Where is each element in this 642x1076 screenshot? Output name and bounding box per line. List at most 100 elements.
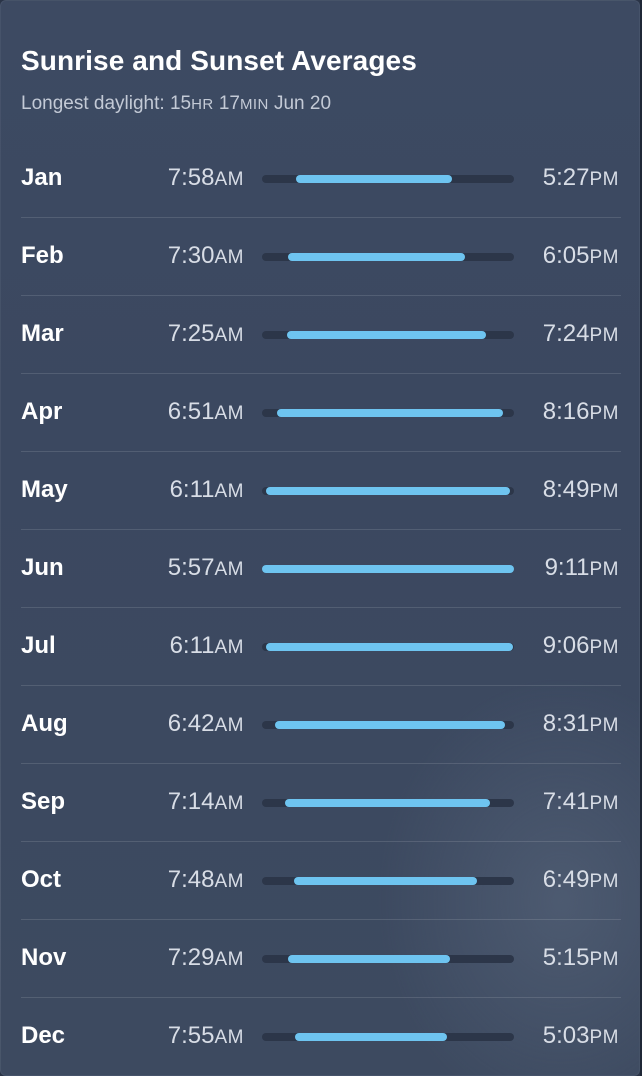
sunrise-value: 5:57 <box>167 554 215 581</box>
sunset-time: 8:49PM <box>543 476 619 504</box>
sunrise-value: 7:14 <box>167 788 215 815</box>
sunset-time: 8:31PM <box>543 710 619 738</box>
daylight-track <box>262 877 514 885</box>
daylight-bar <box>293 877 478 885</box>
sunrise-time: 7:14AM <box>168 788 244 816</box>
month-label: Nov <box>21 944 67 971</box>
sunrise-value: 7:30 <box>167 242 215 269</box>
month-row-sep: Sep 7:14AM 7:41PM <box>21 764 621 842</box>
month-label: Jan <box>21 164 63 191</box>
sunrise-value: 7:29 <box>167 944 215 971</box>
sunset-value: 6:49 <box>542 866 590 893</box>
daylight-track <box>262 487 514 495</box>
panel-title: Sunrise and Sunset Averages <box>21 45 417 76</box>
sunrise-time: 6:11AM <box>170 476 244 504</box>
sunrise-value: 7:25 <box>167 320 215 347</box>
sunrise-suffix: AM <box>214 481 244 502</box>
month-label: Sep <box>21 788 66 815</box>
daylight-bar <box>265 487 511 495</box>
month-row-oct: Oct 7:48AM 6:49PM <box>21 842 621 920</box>
month-row-feb: Feb 7:30AM 6:05PM <box>21 218 621 296</box>
month-row-nov: Nov 7:29AM 5:15PM <box>21 920 621 998</box>
sunset-time: 6:05PM <box>543 242 619 270</box>
sunrise-time: 7:48AM <box>168 866 244 894</box>
sunrise-value: 6:11 <box>169 632 215 659</box>
daylight-bar <box>296 175 453 183</box>
month-row-may: May 6:11AM 8:49PM <box>21 452 621 530</box>
sunset-value: 5:03 <box>542 1022 590 1049</box>
daylight-track <box>262 799 514 807</box>
sunset-value: 7:24 <box>542 320 590 347</box>
sunrise-suffix: AM <box>214 715 244 736</box>
sunrise-value: 7:55 <box>167 1022 215 1049</box>
sunset-value: 9:11 <box>544 554 590 581</box>
sunrise-time: 7:55AM <box>168 1022 244 1050</box>
daylight-bar <box>287 331 487 339</box>
sunset-value: 6:05 <box>542 242 590 269</box>
sunrise-suffix: AM <box>214 325 244 346</box>
daylight-track <box>262 721 514 729</box>
sunset-suffix: PM <box>589 949 619 970</box>
sunset-time: 7:41PM <box>543 788 619 816</box>
sunset-suffix: PM <box>589 481 619 502</box>
sunset-time: 5:27PM <box>543 164 619 192</box>
sunset-value: 5:15 <box>542 944 590 971</box>
daylight-track <box>262 1033 514 1041</box>
sunset-suffix: PM <box>589 325 619 346</box>
longest-daylight-date: Jun 20 <box>273 93 332 114</box>
sunrise-time: 7:30AM <box>168 242 244 270</box>
sunset-time: 9:11PM <box>545 554 619 582</box>
sunset-suffix: PM <box>589 715 619 736</box>
sunset-suffix: PM <box>589 403 619 424</box>
daylight-bar <box>288 955 450 963</box>
sunrise-value: 6:11 <box>169 476 215 503</box>
daylight-track <box>262 409 514 417</box>
month-label: Mar <box>21 320 64 347</box>
sunrise-time: 6:42AM <box>168 710 244 738</box>
daylight-bar <box>294 1033 448 1041</box>
month-row-jun: Jun 5:57AM 9:11PM <box>21 530 621 608</box>
sunset-suffix: PM <box>589 559 619 580</box>
daylight-bar <box>265 643 513 651</box>
month-row-jan: Jan 7:58AM 5:27PM <box>21 140 621 218</box>
sunrise-time: 7:29AM <box>168 944 244 972</box>
sunset-time: 5:15PM <box>543 944 619 972</box>
subtitle-prefix: Longest daylight: <box>21 93 170 114</box>
sunset-value: 9:06 <box>542 632 590 659</box>
daylight-track <box>262 955 514 963</box>
daylight-track <box>262 643 514 651</box>
month-label: Feb <box>21 242 64 269</box>
daylight-track <box>262 565 514 573</box>
month-label: Oct <box>21 866 62 893</box>
sunrise-sunset-panel: Sunrise and Sunset Averages Longest dayl… <box>0 0 640 1076</box>
sunrise-suffix: AM <box>214 871 244 892</box>
daylight-bar <box>274 721 506 729</box>
sunrise-suffix: AM <box>214 559 244 580</box>
sunset-value: 8:31 <box>542 710 590 737</box>
month-label: Apr <box>21 398 63 425</box>
month-row-dec: Dec 7:55AM 5:03PM <box>21 998 621 1076</box>
sunrise-value: 7:48 <box>167 866 215 893</box>
daylight-bar <box>277 409 503 417</box>
month-label: Aug <box>21 710 68 737</box>
sunset-suffix: PM <box>589 637 619 658</box>
daylight-minutes: 17 <box>218 93 240 114</box>
sunrise-value: 7:58 <box>167 164 215 191</box>
daylight-bar <box>284 799 491 807</box>
sunset-suffix: PM <box>589 871 619 892</box>
month-label: Jul <box>21 632 56 659</box>
month-row-jul: Jul 6:11AM 9:06PM <box>21 608 621 686</box>
sunset-time: 5:03PM <box>543 1022 619 1050</box>
sunset-time: 6:49PM <box>543 866 619 894</box>
daylight-hours: 15 <box>169 93 192 114</box>
minutes-unit: MIN <box>239 96 269 113</box>
sunrise-suffix: AM <box>214 1027 244 1048</box>
daylight-bar <box>262 565 514 573</box>
sunrise-time: 5:57AM <box>168 554 244 582</box>
daylight-track <box>262 331 514 339</box>
sunset-time: 9:06PM <box>543 632 619 660</box>
sunrise-suffix: AM <box>214 949 244 970</box>
sunrise-suffix: AM <box>214 169 244 190</box>
sunrise-time: 6:51AM <box>168 398 244 426</box>
daylight-bar <box>288 253 465 261</box>
